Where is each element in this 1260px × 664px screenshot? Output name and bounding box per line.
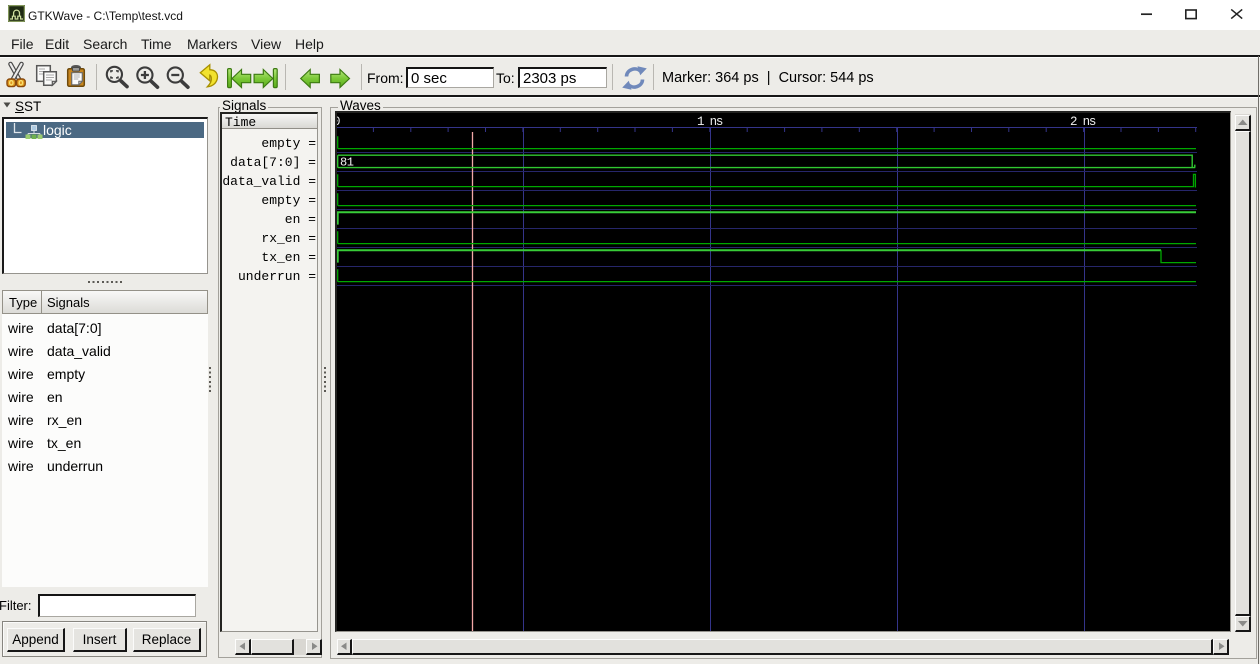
svg-text:2 ns: 2 ns: [1070, 115, 1096, 129]
svg-text:0: 0: [337, 115, 340, 129]
svg-text:1 ns: 1 ns: [697, 115, 723, 129]
svg-text:81: 81: [340, 156, 354, 170]
